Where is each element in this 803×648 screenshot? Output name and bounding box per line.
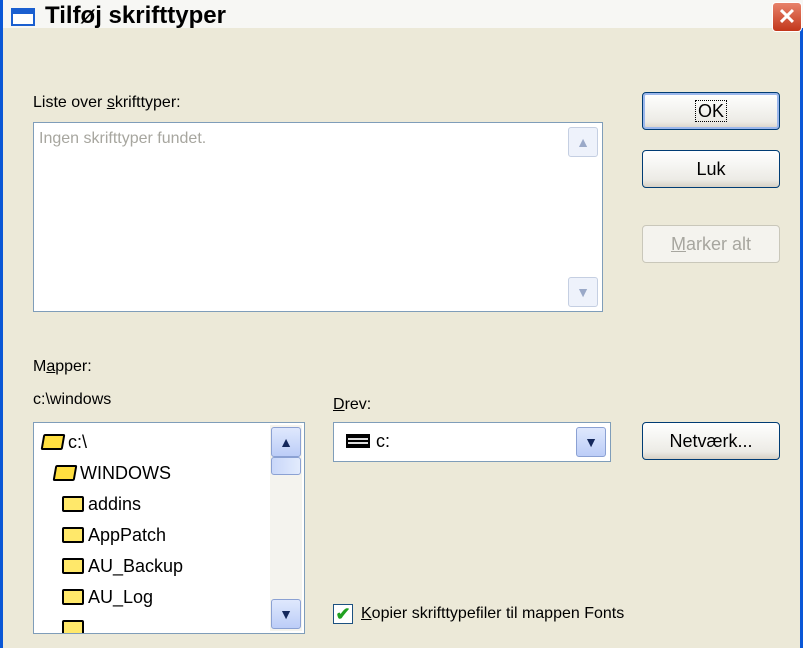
folder-tree-scrollbar[interactable]: ▲ ▼	[270, 425, 302, 631]
folder-icon	[62, 496, 84, 512]
window-icon	[11, 8, 35, 26]
font-list-label: Liste over skrifttyper:	[33, 94, 181, 111]
close-icon[interactable]: ✕	[772, 2, 802, 32]
folder-item[interactable]: addins	[62, 493, 141, 515]
current-folder-path: c:\windows	[33, 391, 112, 408]
network-button[interactable]: Netværk...	[642, 422, 780, 460]
folder-icon	[62, 620, 84, 633]
close-button[interactable]: Luk	[642, 150, 780, 188]
drive-label: Drev:	[333, 396, 372, 413]
font-list[interactable]: Ingen skrifttyper fundet. ▲ ▼	[33, 122, 603, 312]
folder-item[interactable]: c:\	[40, 431, 87, 453]
folder-open-icon	[52, 465, 78, 481]
folder-item[interactable]: AU_Backup	[62, 555, 183, 577]
drive-icon	[346, 434, 370, 448]
scroll-down-icon[interactable]: ▼	[271, 599, 301, 629]
folder-item[interactable]: WINDOWS	[52, 462, 171, 484]
title-bar: Tilføj skrifttyper ✕	[3, 0, 803, 32]
folder-icon	[62, 589, 84, 605]
copy-fonts-checkbox[interactable]: ✔	[333, 604, 353, 624]
scroll-thumb[interactable]	[271, 457, 301, 475]
folder-tree[interactable]: c:\ WINDOWS addins AppPatch AU_Backup AU…	[33, 422, 305, 634]
scroll-up-icon[interactable]: ▲	[568, 127, 598, 157]
folder-item[interactable]: AppPatch	[62, 524, 166, 546]
folder-item[interactable]: AU_Log	[62, 586, 153, 608]
window-title: Tilføj skrifttyper	[45, 2, 226, 29]
folders-label: Mapper:	[33, 358, 92, 375]
folder-icon	[62, 558, 84, 574]
ok-button[interactable]: OK	[642, 92, 780, 130]
drive-select[interactable]: c: ▼	[333, 422, 611, 462]
font-list-empty-text: Ingen skrifttyper fundet.	[39, 130, 207, 147]
select-all-button[interactable]: Marker alt	[642, 225, 780, 263]
drive-value: c:	[376, 431, 391, 451]
chevron-down-icon[interactable]: ▼	[576, 427, 606, 457]
copy-fonts-label[interactable]: Kopier skrifttypefiler til mappen Fonts	[361, 604, 624, 624]
font-list-scrollbar[interactable]: ▲ ▼	[568, 127, 598, 307]
scroll-up-icon[interactable]: ▲	[271, 427, 301, 457]
folder-open-icon	[40, 434, 66, 450]
folder-item[interactable]	[62, 617, 88, 633]
scroll-down-icon[interactable]: ▼	[568, 277, 598, 307]
folder-icon	[62, 527, 84, 543]
